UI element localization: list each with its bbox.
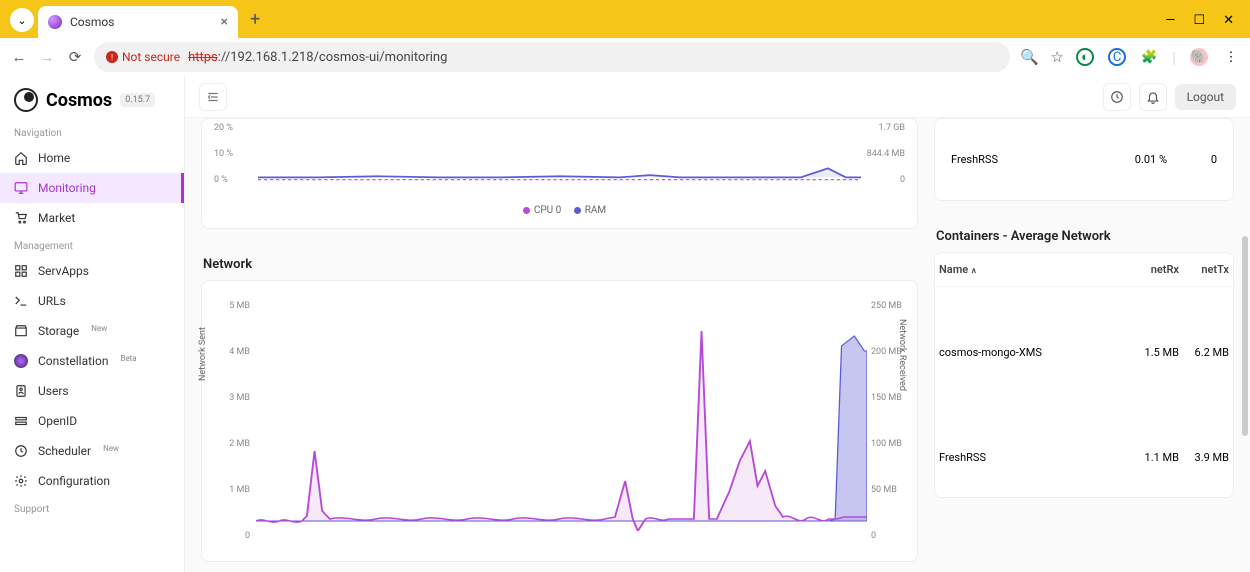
table-row[interactable]: FreshRSS 1.1 MB 3.9 MB <box>935 417 1233 497</box>
close-tab-icon[interactable]: × <box>221 14 228 30</box>
constellation-icon <box>14 354 28 368</box>
network-y-left-ticks: 5 MB4 MB3 MB2 MB1 MB0 <box>220 301 250 541</box>
col-netrx-header[interactable]: netRx <box>1119 263 1179 276</box>
favicon-icon <box>48 15 62 29</box>
table-row[interactable]: FreshRSS 0.01 % 0 <box>947 131 1221 188</box>
reload-button[interactable]: ⟳ <box>66 48 84 66</box>
extension-icon-1[interactable]: ◐ <box>1076 48 1094 66</box>
legend-dot-ram-icon <box>574 207 581 214</box>
servapps-icon <box>14 264 28 278</box>
openid-icon <box>14 414 28 428</box>
scrollbar-thumb[interactable] <box>1242 236 1248 436</box>
sidebar-item-configuration[interactable]: Configuration <box>0 466 184 496</box>
browser-toolbar: ← → ⟳ !Not secure https://192.168.1.218/… <box>0 38 1250 76</box>
extensions-menu-icon[interactable]: 🧩 <box>1140 48 1158 66</box>
scheduler-icon <box>14 444 28 458</box>
containers-network-title: Containers - Average Network <box>934 217 1234 252</box>
new-tab-button[interactable]: + <box>250 9 260 30</box>
table-row[interactable]: cosmos-mongo-XMS 1.5 MB 6.2 MB <box>935 287 1233 417</box>
brand[interactable]: Cosmos 0.15.7 <box>0 76 184 120</box>
bookmark-icon[interactable]: ☆ <box>1048 48 1066 66</box>
sidebar: Cosmos 0.15.7 Navigation Home Monitoring… <box>0 76 185 572</box>
network-y-right-label: Network Received <box>897 319 907 391</box>
side-top-card: FreshRSS 0.01 % 0 <box>934 118 1234 201</box>
network-section-title: Network <box>201 245 918 280</box>
table-header: Name ∧ netRx netTx <box>935 253 1233 287</box>
topbar: Logout <box>185 76 1250 118</box>
nav-section-management: Management <box>0 233 184 256</box>
window-minimize-icon[interactable]: — <box>1165 13 1175 28</box>
monitoring-icon <box>14 181 28 195</box>
url-text: https://192.168.1.218/cosmos-ui/monitori… <box>188 50 447 65</box>
users-icon <box>14 384 28 398</box>
containers-network-card: Name ∧ netRx netTx cosmos-mongo-XMS 1.5 … <box>934 252 1234 498</box>
sidebar-item-constellation[interactable]: ConstellationBeta <box>0 346 184 376</box>
back-button[interactable]: ← <box>10 48 28 66</box>
cpu-y-left-ticks: 20 %10 %0 % <box>214 123 233 201</box>
clock-icon <box>1110 90 1124 104</box>
notifications-button[interactable] <box>1139 83 1167 111</box>
sidebar-item-home[interactable]: Home <box>0 143 184 173</box>
browser-menu-icon[interactable]: ⋮ <box>1222 48 1240 66</box>
profile-avatar-icon[interactable]: 🐘 <box>1190 48 1208 66</box>
sidebar-item-openid[interactable]: OpenID <box>0 406 184 436</box>
browser-tab[interactable]: Cosmos × <box>38 6 238 38</box>
cpu-ram-plot <box>258 123 861 191</box>
window-maximize-icon[interactable]: ☐ <box>1193 13 1205 28</box>
sidebar-item-users[interactable]: Users <box>0 376 184 406</box>
storage-icon <box>14 324 28 338</box>
extension-icon-2[interactable]: C <box>1108 48 1126 66</box>
brand-name: Cosmos <box>46 90 112 111</box>
main-content: Logout 20 %10 %0 % 1.7 GB844.4 MB0 <box>185 76 1250 572</box>
nav-section-navigation: Navigation <box>0 120 184 143</box>
tab-title: Cosmos <box>70 15 114 29</box>
logout-button[interactable]: Logout <box>1175 84 1236 110</box>
bell-icon <box>1146 90 1160 104</box>
browser-tabstrip: ⌄ Cosmos × + — ☐ ✕ <box>0 0 1250 38</box>
cpu-chart-legend: CPU 0 RAM <box>214 205 905 216</box>
home-icon <box>14 151 28 165</box>
sort-asc-icon: ∧ <box>971 266 977 275</box>
not-secure-chip[interactable]: !Not secure <box>106 50 180 64</box>
configuration-icon <box>14 474 28 488</box>
sidebar-item-urls[interactable]: URLs <box>0 286 184 316</box>
sidebar-item-storage[interactable]: StorageNew <box>0 316 184 346</box>
window-close-icon[interactable]: ✕ <box>1223 13 1234 28</box>
cpu-ram-chart-card: 20 %10 %0 % 1.7 GB844.4 MB0 <box>201 118 918 229</box>
col-nettx-header[interactable]: netTx <box>1179 263 1229 276</box>
sidebar-toggle-button[interactable] <box>199 83 227 111</box>
brand-version: 0.15.7 <box>120 93 155 107</box>
network-chart-card: Network Sent 5 MB4 MB3 MB2 MB1 MB0 250 M… <box>201 280 918 562</box>
tab-search-dropdown[interactable]: ⌄ <box>10 8 34 32</box>
forward-button[interactable]: → <box>38 48 56 66</box>
brand-logo-icon <box>14 88 38 112</box>
sidebar-item-monitoring[interactable]: Monitoring <box>0 173 184 203</box>
menu-collapse-icon <box>206 90 220 104</box>
sidebar-item-market[interactable]: Market <box>0 203 184 233</box>
legend-dot-cpu-icon <box>523 207 530 214</box>
urls-icon <box>14 294 28 308</box>
nav-section-support: Support <box>0 496 184 519</box>
cpu-y-right-ticks: 1.7 GB844.4 MB0 <box>867 123 905 201</box>
sidebar-item-servapps[interactable]: ServApps <box>0 256 184 286</box>
col-name-header[interactable]: Name ∧ <box>939 263 1119 276</box>
history-button[interactable] <box>1103 83 1131 111</box>
market-icon <box>14 211 28 225</box>
address-bar[interactable]: !Not secure https://192.168.1.218/cosmos… <box>94 42 1010 72</box>
network-plot <box>256 291 867 531</box>
sidebar-item-scheduler[interactable]: SchedulerNew <box>0 436 184 466</box>
zoom-icon[interactable]: 🔍 <box>1020 48 1038 66</box>
